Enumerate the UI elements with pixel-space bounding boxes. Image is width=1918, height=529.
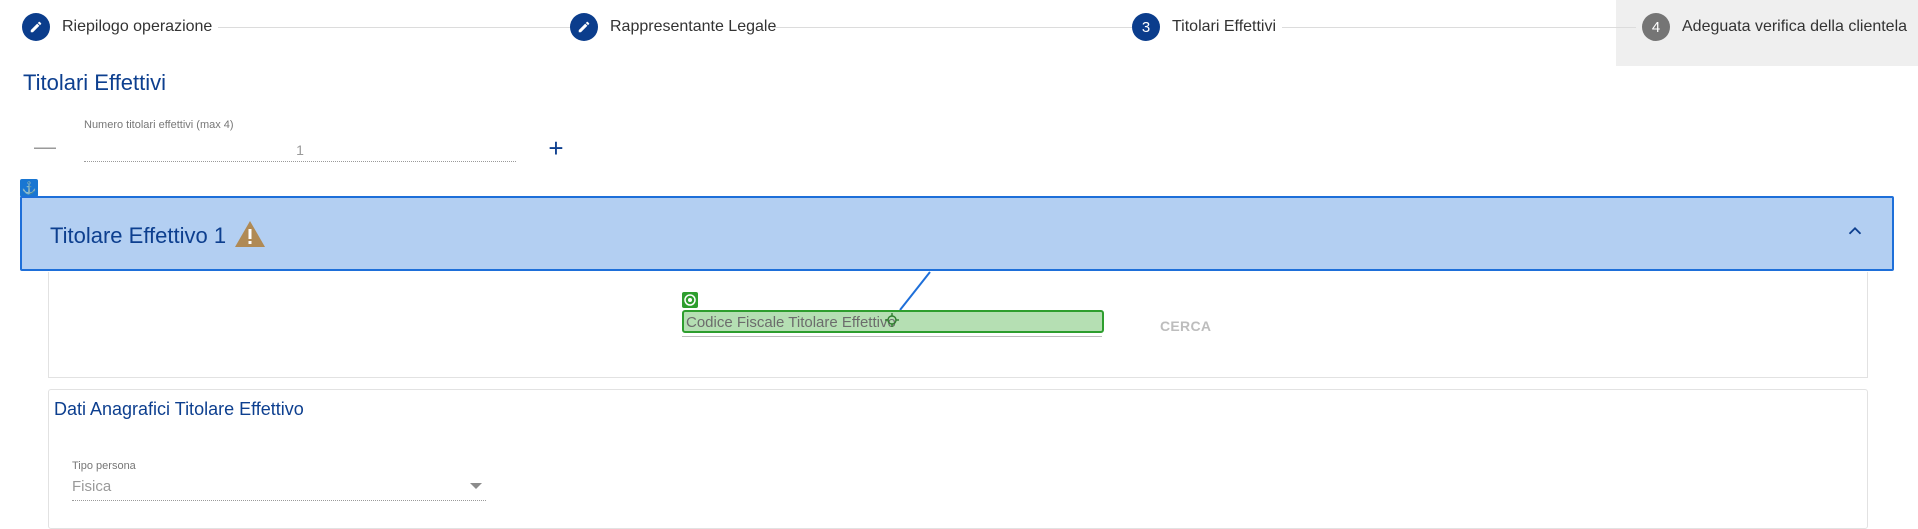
cerca-button[interactable]: CERCA xyxy=(1160,318,1211,334)
step-connector xyxy=(772,27,1132,28)
step-number: 3 xyxy=(1132,13,1160,41)
step-label: Riepilogo operazione xyxy=(62,18,213,35)
step-label: Titolari Effettivi xyxy=(1172,18,1277,35)
step-adeguata-verifica[interactable]: 4 Adeguata verifica della clientela xyxy=(1642,13,1907,41)
tipo-persona-select[interactable]: Fisica xyxy=(72,478,486,501)
titolari-count-input[interactable] xyxy=(84,139,516,162)
crosshair-icon xyxy=(885,313,899,327)
counter-label: Numero titolari effettivi (max 4) xyxy=(84,119,234,131)
input-underline xyxy=(682,336,1102,337)
panel-header-titolare-1[interactable]: Titolare Effettivo 1 xyxy=(20,196,1894,271)
step-label: Adeguata verifica della clientela xyxy=(1682,18,1908,35)
codice-fiscale-text: Codice Fiscale Titolare Effettivo xyxy=(686,314,896,331)
step-connector xyxy=(218,27,572,28)
step-titolari-effettivi[interactable]: 3 Titolari Effettivi xyxy=(1132,13,1276,41)
step-connector xyxy=(1282,27,1636,28)
step-riepilogo-operazione[interactable]: Riepilogo operazione xyxy=(22,13,212,41)
increment-button[interactable]: + xyxy=(544,135,568,161)
decrement-button[interactable]: — xyxy=(34,136,56,158)
page-title: Titolari Effettivi xyxy=(23,70,167,95)
chevron-up-icon[interactable] xyxy=(1844,220,1866,242)
step-label: Rappresentante Legale xyxy=(610,18,777,35)
pencil-icon xyxy=(570,13,598,41)
stepper: Riepilogo operazione Rappresentante Lega… xyxy=(0,0,1918,66)
tipo-persona-value: Fisica xyxy=(72,478,112,495)
step-number: 4 xyxy=(1642,13,1670,41)
dati-anagrafici-section xyxy=(48,389,1868,529)
dati-anagrafici-title: Dati Anagrafici Titolare Effettivo xyxy=(54,399,304,419)
tipo-persona-label: Tipo persona xyxy=(72,460,136,472)
target-icon xyxy=(682,292,698,308)
anchor-icon: ⚓ xyxy=(20,179,38,197)
step-rappresentante-legale[interactable]: Rappresentante Legale xyxy=(570,13,776,41)
dropdown-arrow-icon xyxy=(470,483,482,489)
warning-icon xyxy=(235,221,265,247)
pencil-icon xyxy=(22,13,50,41)
panel-title: Titolare Effettivo 1 xyxy=(50,223,227,248)
